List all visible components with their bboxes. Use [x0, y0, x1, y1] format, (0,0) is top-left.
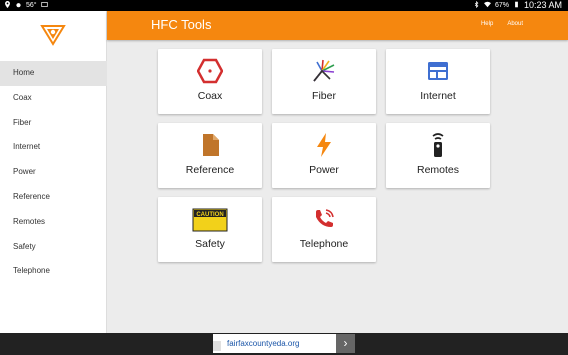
sidebar: Home Coax Fiber Internet Power Reference…: [0, 11, 107, 333]
coax-connector-icon: [197, 58, 223, 84]
status-bar: 56° 67% 10:23 AM: [0, 0, 568, 11]
sidebar-item-fiber[interactable]: Fiber: [0, 111, 107, 136]
ad-arrow-button[interactable]: ›: [336, 334, 355, 353]
sidebar-item-coax[interactable]: Coax: [0, 86, 107, 111]
tile-label: Fiber: [312, 90, 336, 102]
document-icon: [197, 132, 223, 158]
tile-label: Internet: [420, 90, 456, 102]
ad-text[interactable]: fairfaxcountyeda.org: [227, 339, 300, 348]
location-icon: [4, 1, 11, 10]
tile-label: Remotes: [416, 164, 459, 176]
clock: 10:23 AM: [523, 0, 562, 10]
tile-telephone[interactable]: Telephone: [272, 197, 376, 262]
tile-coax[interactable]: Coax: [158, 49, 262, 114]
fiber-strands-icon: [311, 58, 337, 84]
sidebar-item-home[interactable]: Home: [0, 61, 107, 86]
tile-label: Power: [309, 164, 339, 176]
tile-remotes[interactable]: Remotes: [386, 123, 490, 188]
bluetooth-icon: [473, 0, 480, 10]
caution-sign-icon: CAUTION: [192, 206, 228, 232]
sidebar-nav: Home Coax Fiber Internet Power Reference…: [0, 61, 107, 284]
temperature-text: 56°: [26, 2, 37, 9]
tile-safety[interactable]: CAUTION Safety: [158, 197, 262, 262]
tile-internet[interactable]: Internet: [386, 49, 490, 114]
battery-percent: 67%: [494, 1, 509, 9]
about-link[interactable]: About: [507, 21, 523, 27]
app-bar: HFC Tools Help About: [107, 11, 568, 40]
caution-sign-text: CAUTION: [196, 212, 223, 218]
tile-label: Reference: [185, 164, 235, 176]
phone-ringing-icon: [311, 206, 337, 232]
sidebar-item-telephone[interactable]: Telephone: [0, 259, 107, 284]
tile-reference[interactable]: Reference: [158, 123, 262, 188]
browser-window-icon: [425, 58, 451, 84]
sidebar-item-internet[interactable]: Internet: [0, 135, 107, 160]
sidebar-item-reference[interactable]: Reference: [0, 185, 107, 210]
tile-power[interactable]: Power: [272, 123, 376, 188]
battery-icon: [513, 1, 520, 10]
tile-label: Telephone: [299, 238, 349, 250]
ad-choices-icon[interactable]: [213, 341, 221, 351]
ad-banner[interactable]: fairfaxcountyeda.org ›: [213, 334, 355, 353]
help-link[interactable]: Help: [481, 21, 493, 27]
tile-label: Safety: [195, 238, 225, 250]
app-logo-icon: [40, 20, 66, 46]
tile-fiber[interactable]: Fiber: [272, 49, 376, 114]
sidebar-item-remotes[interactable]: Remotes: [0, 210, 107, 235]
weather-icon: [15, 1, 22, 10]
sidebar-item-safety[interactable]: Safety: [0, 235, 107, 260]
ad-bar: fairfaxcountyeda.org ›: [0, 333, 568, 355]
tile-label: Coax: [197, 90, 223, 102]
lightning-bolt-icon: [311, 132, 337, 158]
app-title: HFC Tools: [151, 17, 212, 32]
remote-control-icon: [425, 132, 451, 158]
sidebar-item-power[interactable]: Power: [0, 160, 107, 185]
photo-icon: [40, 1, 48, 10]
wifi-icon: [483, 1, 491, 10]
